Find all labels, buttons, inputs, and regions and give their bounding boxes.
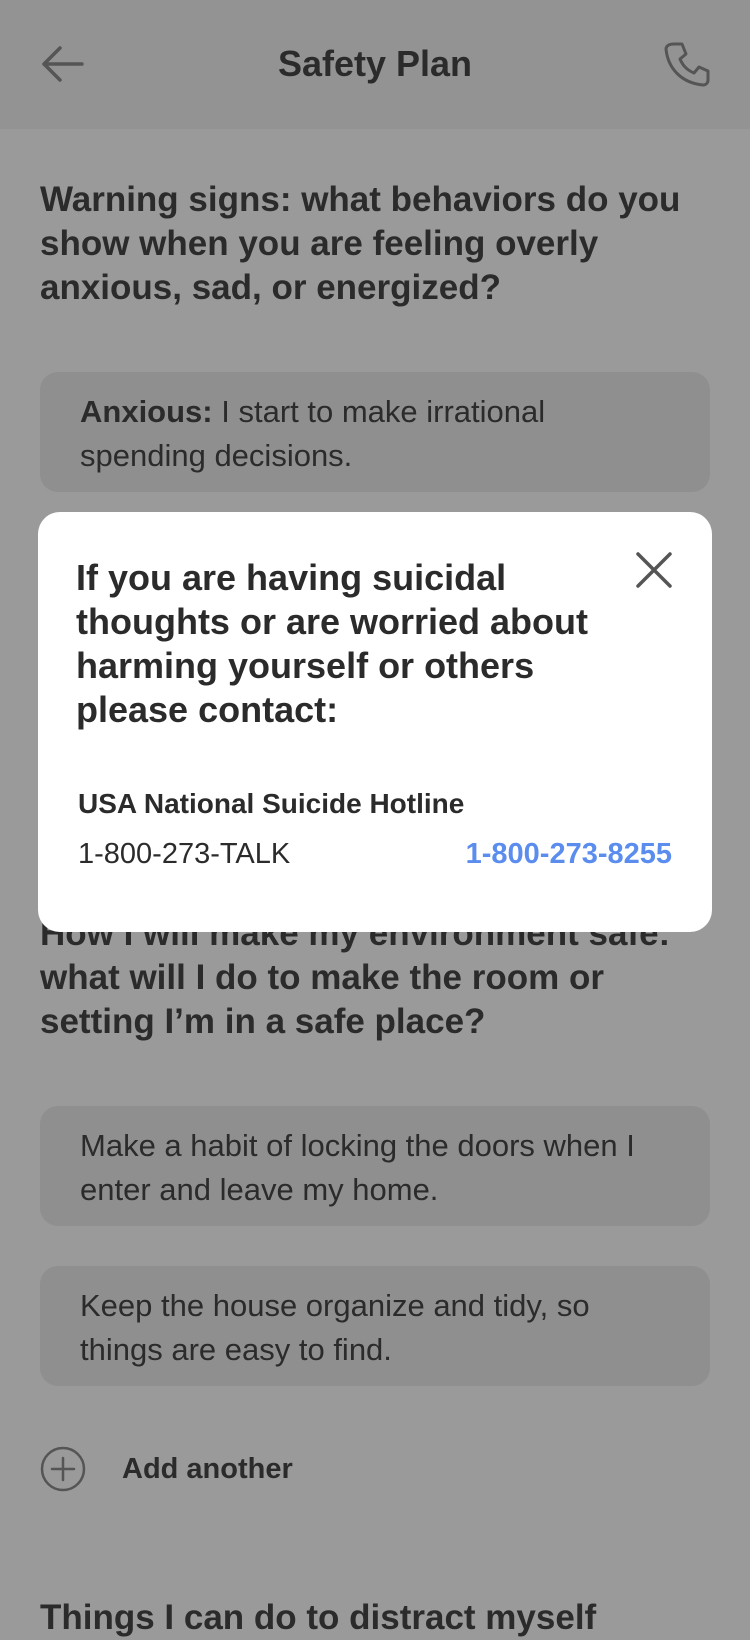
warning-card[interactable]: Anxious: I start to make irrational spen… — [40, 372, 710, 492]
hotline-name: USA National Suicide Hotline — [78, 788, 465, 819]
distract-question: Things I can do to distract myself — [40, 1598, 597, 1637]
plus-circle-icon — [40, 1446, 86, 1492]
card-text: Make a habit of locking the doors when I… — [80, 1128, 635, 1207]
close-icon[interactable] — [632, 548, 676, 592]
card-text: Keep the house organize and tidy, so thi… — [80, 1288, 590, 1367]
phone-icon[interactable] — [660, 38, 712, 90]
add-another-button[interactable]: Add another — [40, 1445, 293, 1493]
app-header: Safety Plan — [0, 0, 750, 129]
modal-title: If you are having suicidal thoughts or a… — [76, 557, 589, 730]
crisis-contact-modal: If you are having suicidal thoughts or a… — [38, 512, 712, 932]
warning-signs-question: Warning signs: what behaviors do you sho… — [40, 180, 681, 307]
environment-card-2[interactable]: Keep the house organize and tidy, so thi… — [40, 1266, 710, 1386]
environment-card-1[interactable]: Make a habit of locking the doors when I… — [40, 1106, 710, 1226]
card-label: Anxious: — [80, 394, 213, 429]
page-title: Safety Plan — [277, 43, 473, 84]
hotline-alt-number: 1-800-273-TALK — [78, 838, 291, 870]
add-another-label: Add another — [122, 1452, 293, 1485]
hotline-phone-link[interactable]: 1-800-273-8255 — [466, 838, 672, 871]
